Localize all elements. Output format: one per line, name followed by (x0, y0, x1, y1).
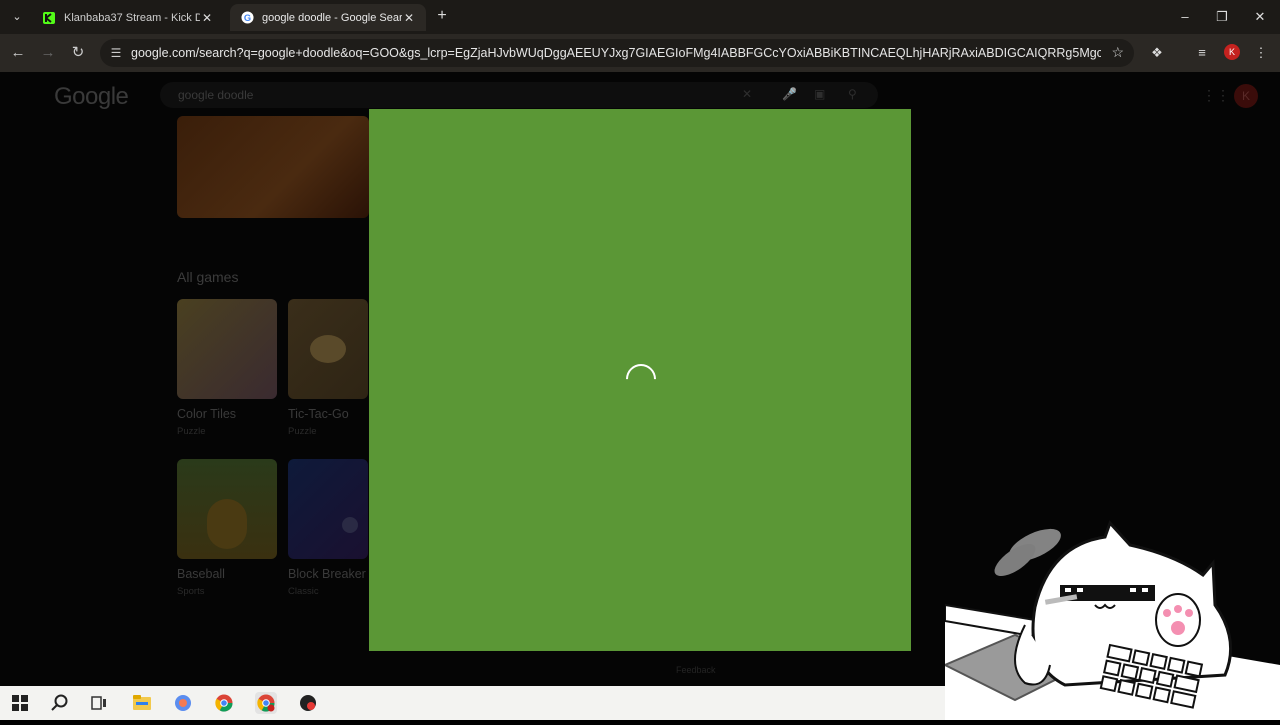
mic-icon[interactable]: 🎤 (782, 87, 797, 101)
extensions-icon[interactable]: ❖ (1148, 44, 1166, 62)
tab-google[interactable]: G google doodle - Google Search ✕ (230, 4, 426, 31)
url-text[interactable]: google.com/search?q=google+doodle&oq=GOO… (131, 46, 1101, 60)
game-category: Puzzle (177, 426, 206, 437)
restore-button[interactable]: ❐ (1213, 8, 1231, 26)
loading-spinner-icon (619, 357, 663, 401)
game-name[interactable]: Tic-Tac-Go (288, 407, 349, 421)
media-controls-icon[interactable]: ≡ (1193, 44, 1211, 62)
task-view-icon[interactable] (88, 692, 110, 714)
kick-logo-icon (42, 11, 56, 25)
doodle-game-modal[interactable] (369, 109, 911, 651)
tab-title: Klanbaba37 Stream - Kick Dash (64, 11, 200, 24)
windows-start-icon[interactable] (9, 692, 31, 714)
feedback-link[interactable]: Feedback (676, 665, 716, 675)
game-name[interactable]: Baseball (177, 567, 225, 581)
bookmark-star-icon[interactable]: ☆ (1111, 44, 1124, 61)
minimize-button[interactable]: – (1176, 8, 1194, 26)
game-category: Puzzle (288, 426, 317, 437)
game-banner-thumbnail[interactable] (177, 116, 369, 218)
game-category: Sports (177, 586, 205, 597)
close-window-button[interactable]: ✕ (1251, 8, 1269, 26)
back-button[interactable]: ← (8, 43, 28, 63)
menu-icon[interactable]: ⋮ (1252, 44, 1270, 62)
tab-strip: ⌄ Klanbaba37 Stream - Kick Dash ✕ G goog… (0, 0, 1280, 34)
browser-toolbar: ← → ↻ ☰ google.com/search?q=google+doodl… (0, 34, 1280, 72)
tab-title: google doodle - Google Search (262, 11, 402, 24)
game-name[interactable]: Block Breaker (288, 567, 368, 581)
close-icon[interactable]: ✕ (200, 11, 214, 25)
clear-icon[interactable]: ✕ (742, 87, 752, 101)
chrome-profile-icon[interactable] (255, 692, 277, 714)
site-info-icon[interactable]: ☰ (108, 45, 124, 61)
record-icon[interactable] (297, 692, 319, 714)
game-thumbnail-tic-tac-go[interactable] (288, 299, 368, 399)
game-thumbnail-block-breaker[interactable] (288, 459, 368, 559)
section-title: All games (177, 269, 239, 285)
game-thumbnail-color-tiles[interactable] (177, 299, 277, 399)
profile-avatar[interactable]: K (1224, 44, 1240, 60)
game-thumbnail-baseball[interactable] (177, 459, 277, 559)
close-icon[interactable]: ✕ (402, 11, 416, 25)
search-icon[interactable]: ⚲ (848, 87, 857, 101)
file-explorer-icon[interactable] (131, 692, 153, 714)
stream-cat-overlay (942, 515, 1280, 720)
app-icon[interactable] (172, 692, 194, 714)
tab-kick[interactable]: Klanbaba37 Stream - Kick Dash ✕ (32, 4, 224, 31)
game-category: Classic (288, 586, 319, 597)
chrome-icon[interactable] (213, 692, 235, 714)
forward-button[interactable]: → (38, 43, 58, 63)
google-g-icon: G (240, 11, 254, 25)
tab-search-button[interactable]: ⌄ (7, 7, 27, 27)
game-name[interactable]: Color Tiles (177, 407, 236, 421)
search-icon[interactable] (49, 692, 71, 714)
search-input[interactable]: google doodle (178, 88, 253, 102)
address-bar[interactable]: ☰ google.com/search?q=google+doodle&oq=G… (100, 39, 1134, 67)
svg-text:G: G (243, 13, 250, 23)
new-tab-button[interactable]: + (434, 8, 450, 24)
reload-button[interactable]: ↻ (68, 43, 88, 63)
camera-icon[interactable]: ▣ (814, 87, 825, 101)
account-avatar[interactable]: K (1234, 84, 1258, 108)
google-logo[interactable]: Google (54, 83, 129, 111)
search-box[interactable]: google doodle ✕ 🎤 ▣ ⚲ (160, 82, 878, 108)
